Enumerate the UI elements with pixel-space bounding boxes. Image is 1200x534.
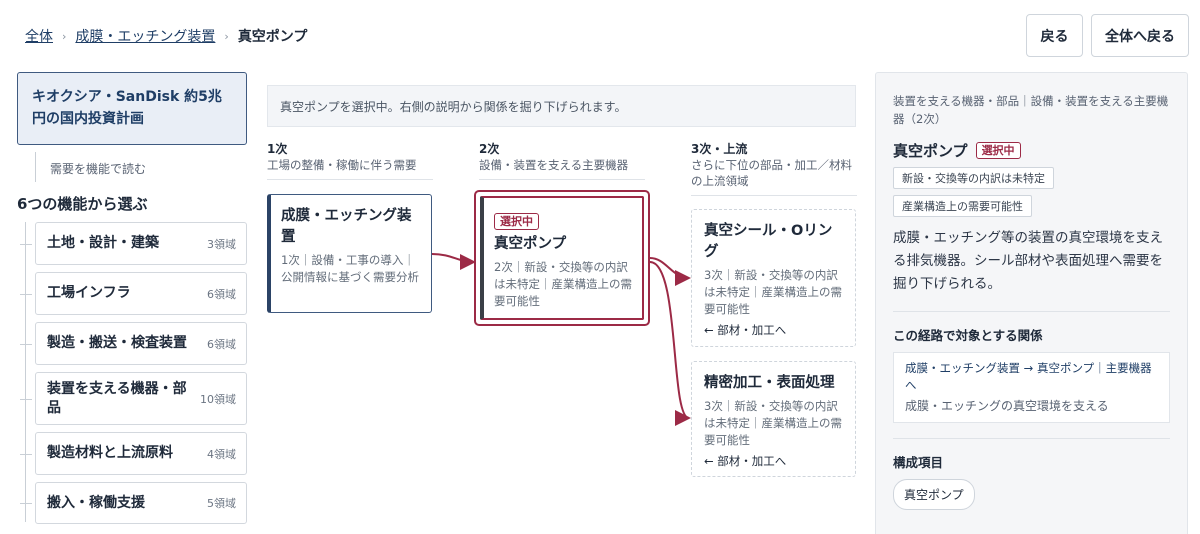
detail-tag: 新設・交換等の内訳は未特定 [893, 167, 1054, 189]
detail-category: 装置を支える機器・部品｜設備・装置を支える主要機器（2次） [893, 94, 1169, 126]
back-button[interactable]: 戻る [1026, 14, 1083, 57]
column-header-level1: 1次 工場の整備・稼働に伴う需要 [267, 141, 433, 180]
node-title: 精密加工・表面処理 [704, 375, 835, 391]
column-sub-label: さらに下位の部品・加工／材料の上流領域 [691, 158, 852, 188]
column-sub-label: 設備・装置を支える主要機器 [479, 158, 629, 172]
detail-title-row: 真空ポンプ 選択中 [893, 140, 1170, 161]
detail-title: 真空ポンプ [893, 142, 968, 160]
function-item-count: 4領域 [207, 447, 236, 461]
column-header-level2: 2次 設備・装置を支える主要機器 [479, 141, 645, 180]
project-card[interactable]: キオクシア・SanDisk 約5兆円の国内投資計画 [17, 72, 247, 145]
tree-connector-line [35, 152, 36, 182]
detail-tag: 産業構造上の需要可能性 [893, 195, 1032, 217]
connector-selected-to-child-2 [649, 261, 691, 426]
breadcrumb-separator: › [62, 29, 67, 43]
node-description: 1次｜設備・工事の導入｜公開情報に基づく需要分析 [281, 253, 419, 284]
column-level-label: 2次 [479, 142, 500, 156]
breadcrumb: 全体 › 成膜・エッチング装置 › 真空ポンプ [25, 26, 307, 46]
node-title: 真空ポンプ [494, 236, 567, 252]
relation-heading: この経路で対象とする関係 [893, 328, 1043, 343]
node-title: 成膜・エッチング装置 [281, 208, 412, 245]
relation-description: 成膜・エッチングの真空環境を支える [905, 399, 1109, 413]
breadcrumb-current: 真空ポンプ [237, 29, 308, 45]
function-item-count: 5領域 [207, 497, 236, 510]
function-item-label: 装置を支える機器・部品 [47, 380, 187, 416]
node-title: 真空シール・Oリング [704, 223, 833, 260]
breadcrumb-separator: › [224, 29, 229, 43]
divider [893, 438, 1170, 439]
function-item[interactable]: 製造材料と上流原料 4領域 [20, 432, 247, 475]
components-heading: 構成項目 [893, 455, 944, 470]
selection-notice: 真空ポンプを選択中。右側の説明から関係を掘り下げられます。 [267, 85, 856, 127]
node-parent[interactable]: 成膜・エッチング装置 1次｜設備・工事の導入｜公開情報に基づく需要分析 [267, 194, 432, 313]
function-item[interactable]: 製造・搬送・検査装置 6領域 [20, 322, 247, 365]
detail-description: 成膜・エッチング等の装置の真空環境を支える排気機器。シール部材や表面処理へ需要を… [893, 230, 1163, 292]
column-header-level3: 3次・上流 さらに下位の部品・加工／材料の上流領域 [691, 141, 857, 196]
function-item[interactable]: 搬入・稼働支援 5領域 [20, 482, 247, 524]
node-description: 2次｜新設・交換等の内訳は未特定｜産業構造上の需要可能性 [494, 260, 632, 308]
function-item[interactable]: 装置を支える機器・部品 10領域 [20, 372, 247, 425]
selected-badge: 選択中 [494, 213, 539, 230]
node-selected[interactable]: 選択中 真空ポンプ 2次｜新設・交換等の内訳は未特定｜産業構造上の需要可能性 [480, 196, 644, 320]
node-child[interactable]: 精密加工・表面処理 3次｜新設・交換等の内訳は未特定｜産業構造上の需要可能性 ←… [691, 361, 856, 477]
function-item-count: 10領域 [200, 392, 236, 406]
relation-link[interactable]: 成膜・エッチング装置 → 真空ポンプ｜主要機器へ [905, 360, 1158, 394]
selected-badge: 選択中 [975, 142, 1021, 159]
node-material-link[interactable]: ← 部材・加工へ [704, 453, 845, 469]
function-item-label: 土地・設計・建築 [47, 235, 159, 251]
function-item-label: 工場インフラ [47, 285, 131, 301]
back-to-overview-button[interactable]: 全体へ戻る [1091, 14, 1189, 57]
relation-box: 成膜・エッチング装置 → 真空ポンプ｜主要機器へ 成膜・エッチングの真空環境を支… [893, 352, 1170, 423]
function-item-count: 6領域 [207, 287, 236, 301]
column-level-label: 3次・上流 [691, 142, 748, 156]
component-chip[interactable]: 真空ポンプ [893, 479, 975, 510]
breadcrumb-root-link[interactable]: 全体 [25, 26, 53, 46]
node-material-link[interactable]: ← 部材・加工へ [704, 322, 845, 338]
node-description: 3次｜新設・交換等の内訳は未特定｜産業構造上の需要可能性 [704, 399, 842, 447]
function-item[interactable]: 土地・設計・建築 3領域 [20, 222, 247, 265]
tree-connector-line [25, 222, 26, 522]
node-child[interactable]: 真空シール・Oリング 3次｜新設・交換等の内訳は未特定｜産業構造上の需要可能性 … [691, 209, 856, 347]
function-item[interactable]: 工場インフラ 6領域 [20, 272, 247, 315]
column-level-label: 1次 [267, 142, 288, 156]
detail-panel: 装置を支える機器・部品｜設備・装置を支える主要機器（2次） 真空ポンプ 選択中 … [875, 72, 1188, 534]
function-item-label: 搬入・稼働支援 [47, 494, 145, 511]
node-description: 3次｜新設・交換等の内訳は未特定｜産業構造上の需要可能性 [704, 268, 842, 316]
detail-tags: 新設・交換等の内訳は未特定 産業構造上の需要可能性 [893, 161, 1170, 217]
function-item-label: 製造材料と上流原料 [47, 445, 173, 461]
divider [893, 311, 1170, 312]
function-item-label: 製造・搬送・検査装置 [47, 335, 187, 351]
connector-parent-to-selected [431, 253, 476, 270]
read-by-function-link[interactable]: 需要を機能で読む [50, 160, 146, 177]
function-section-title: 6つの機能から選ぶ [17, 195, 148, 213]
column-sub-label: 工場の整備・稼働に伴う需要 [267, 158, 417, 172]
connector-selected-to-child-1 [649, 257, 691, 286]
function-item-count: 6領域 [207, 337, 236, 351]
function-list: 土地・設計・建築 3領域 工場インフラ 6領域 製造・搬送・検査装置 6領域 装… [20, 222, 247, 531]
breadcrumb-parent-link[interactable]: 成膜・エッチング装置 [75, 26, 215, 46]
function-item-count: 3領域 [207, 237, 236, 251]
